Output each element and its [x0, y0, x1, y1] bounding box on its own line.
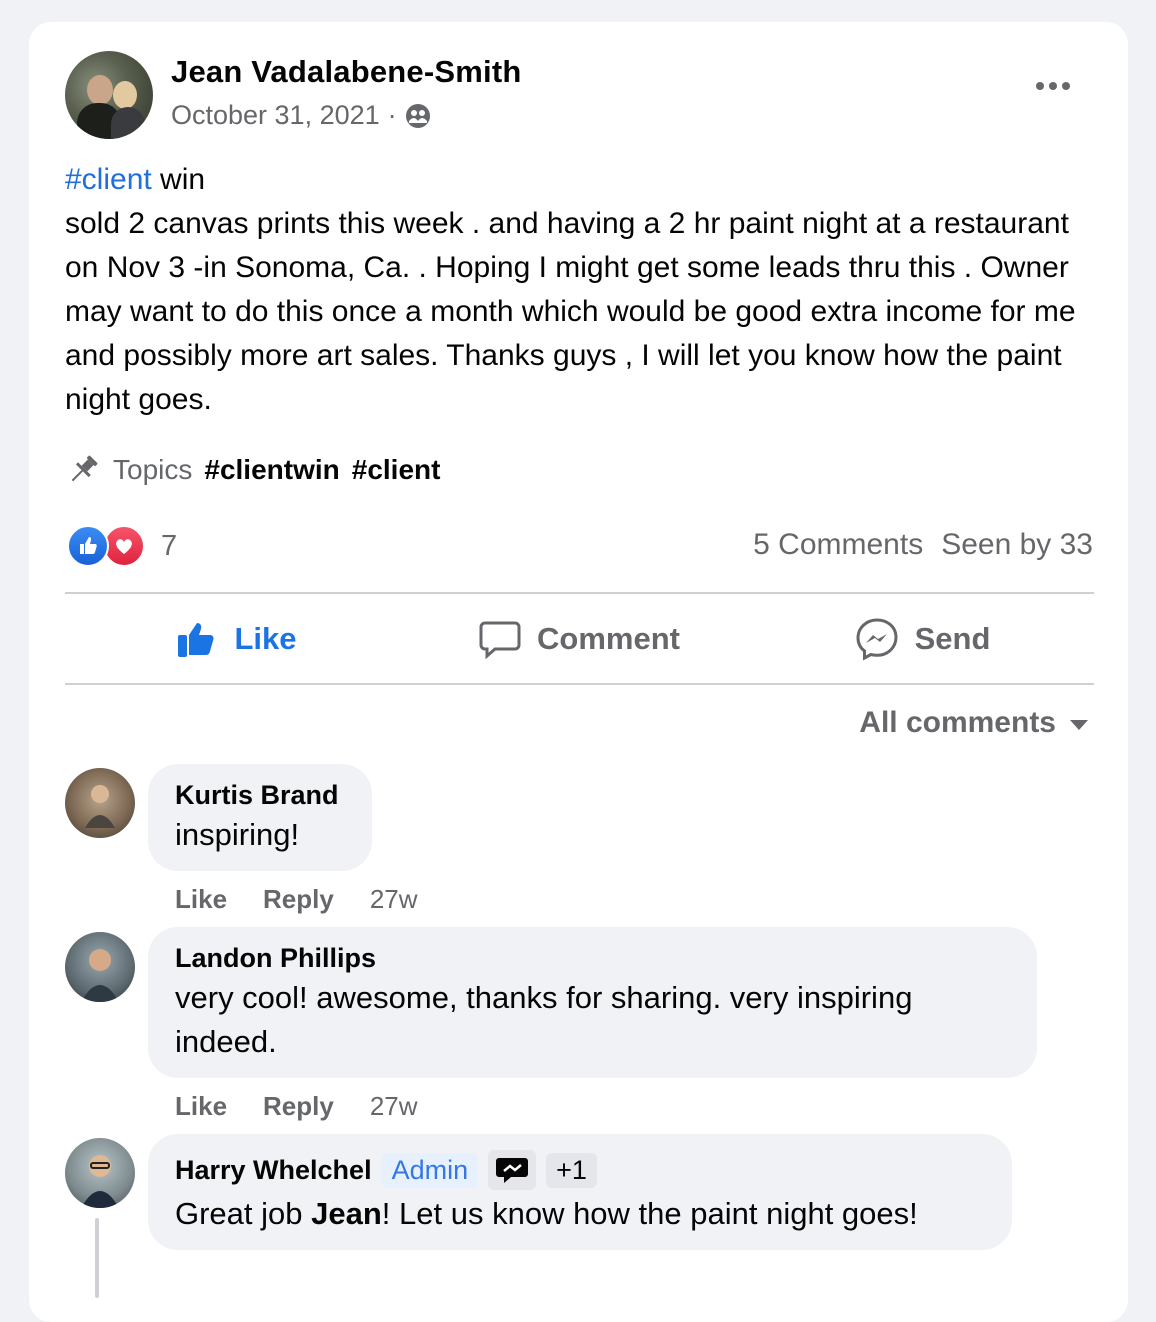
comment-reply-button[interactable]: Reply	[263, 1091, 334, 1122]
group-icon	[405, 103, 430, 128]
post-meta: October 31, 2021 ·	[171, 100, 431, 131]
more-options-icon[interactable]	[1033, 76, 1073, 96]
comment-actions: Like Reply 27w	[175, 1091, 418, 1122]
post-body: #client win sold 2 canvas prints this we…	[65, 158, 1095, 422]
comments-sort-dropdown[interactable]: All comments	[859, 706, 1088, 740]
commenter-name[interactable]: Landon Phillips	[175, 943, 1010, 974]
like-label: Like	[234, 621, 297, 656]
send-label: Send	[914, 621, 991, 656]
like-reaction-icon	[67, 525, 109, 567]
commenter-name-row: Harry Whelchel Admin +1	[175, 1150, 985, 1190]
comment-timestamp[interactable]: 27w	[370, 884, 418, 915]
comment-like-button[interactable]: Like	[175, 884, 227, 915]
commenter-avatar[interactable]	[65, 768, 135, 838]
more-badges[interactable]: +1	[546, 1152, 597, 1188]
thread-line	[95, 1218, 99, 1298]
commenter-name[interactable]: Kurtis Brand	[175, 780, 345, 811]
comment-timestamp[interactable]: 27w	[370, 1091, 418, 1122]
comment-bubble: Harry Whelchel Admin +1 Great job Jean! …	[148, 1134, 1012, 1250]
post-actions-bar: Like Comment Send	[65, 595, 1094, 683]
meta-separator: ·	[387, 100, 397, 130]
conversation-starter-badge-icon[interactable]	[488, 1150, 537, 1190]
comment-reply-button[interactable]: Reply	[263, 884, 334, 915]
chevron-down-icon	[1070, 720, 1088, 730]
like-button[interactable]: Like	[65, 595, 408, 683]
post-first-line: win	[151, 163, 206, 196]
topic-tag-client[interactable]: #client	[352, 454, 441, 486]
comment-bubble: Kurtis Brand inspiring!	[148, 764, 372, 871]
seen-by-count[interactable]: Seen by 33	[941, 528, 1093, 562]
reaction-count: 7	[161, 529, 178, 562]
admin-badge[interactable]: Admin	[381, 1152, 479, 1188]
messenger-icon	[856, 618, 898, 661]
post-stats: 5 Comments Seen by 33	[753, 528, 1093, 562]
divider	[65, 592, 1094, 594]
comment-text: very cool! awesome, thanks for sharing. …	[175, 980, 913, 1059]
author-avatar[interactable]	[65, 51, 153, 139]
commenter-avatar[interactable]	[65, 932, 135, 1002]
comment-bubble-icon	[479, 621, 521, 659]
commenter-name[interactable]: Harry Whelchel	[175, 1155, 372, 1186]
post-text: sold 2 canvas prints this week . and hav…	[65, 207, 1076, 416]
comment-like-button[interactable]: Like	[175, 1091, 227, 1122]
comments-count[interactable]: 5 Comments	[753, 528, 923, 562]
comment-label: Comment	[537, 621, 680, 656]
author-name[interactable]: Jean Vadalabene-Smith	[171, 54, 522, 90]
post-date[interactable]: October 31, 2021	[171, 100, 380, 131]
topic-tag-clientwin[interactable]: #clientwin	[204, 454, 339, 486]
comment-button[interactable]: Comment	[408, 595, 751, 683]
topics-row: Topics #clientwin #client	[65, 452, 440, 488]
commenter-avatar[interactable]	[65, 1138, 135, 1208]
post-card: Jean Vadalabene-Smith October 31, 2021 ·…	[29, 22, 1128, 1322]
reactions-summary[interactable]: 7	[67, 525, 177, 567]
send-button[interactable]: Send	[751, 595, 1094, 683]
mention-link[interactable]: Jean	[311, 1196, 382, 1231]
post-hashtag-link[interactable]: #client	[65, 163, 152, 196]
pin-icon	[71, 455, 98, 482]
comment-text: inspiring!	[175, 817, 300, 852]
divider	[65, 683, 1094, 685]
comment-text: Great job Jean! Let us know how the pain…	[175, 1196, 918, 1231]
comment-actions: Like Reply 27w	[175, 884, 418, 915]
sort-label: All comments	[859, 706, 1056, 739]
love-reaction-icon	[103, 525, 145, 567]
thumbs-up-icon	[178, 623, 215, 657]
comment-bubble: Landon Phillips very cool! awesome, than…	[148, 927, 1037, 1078]
topics-label: Topics	[113, 454, 193, 485]
